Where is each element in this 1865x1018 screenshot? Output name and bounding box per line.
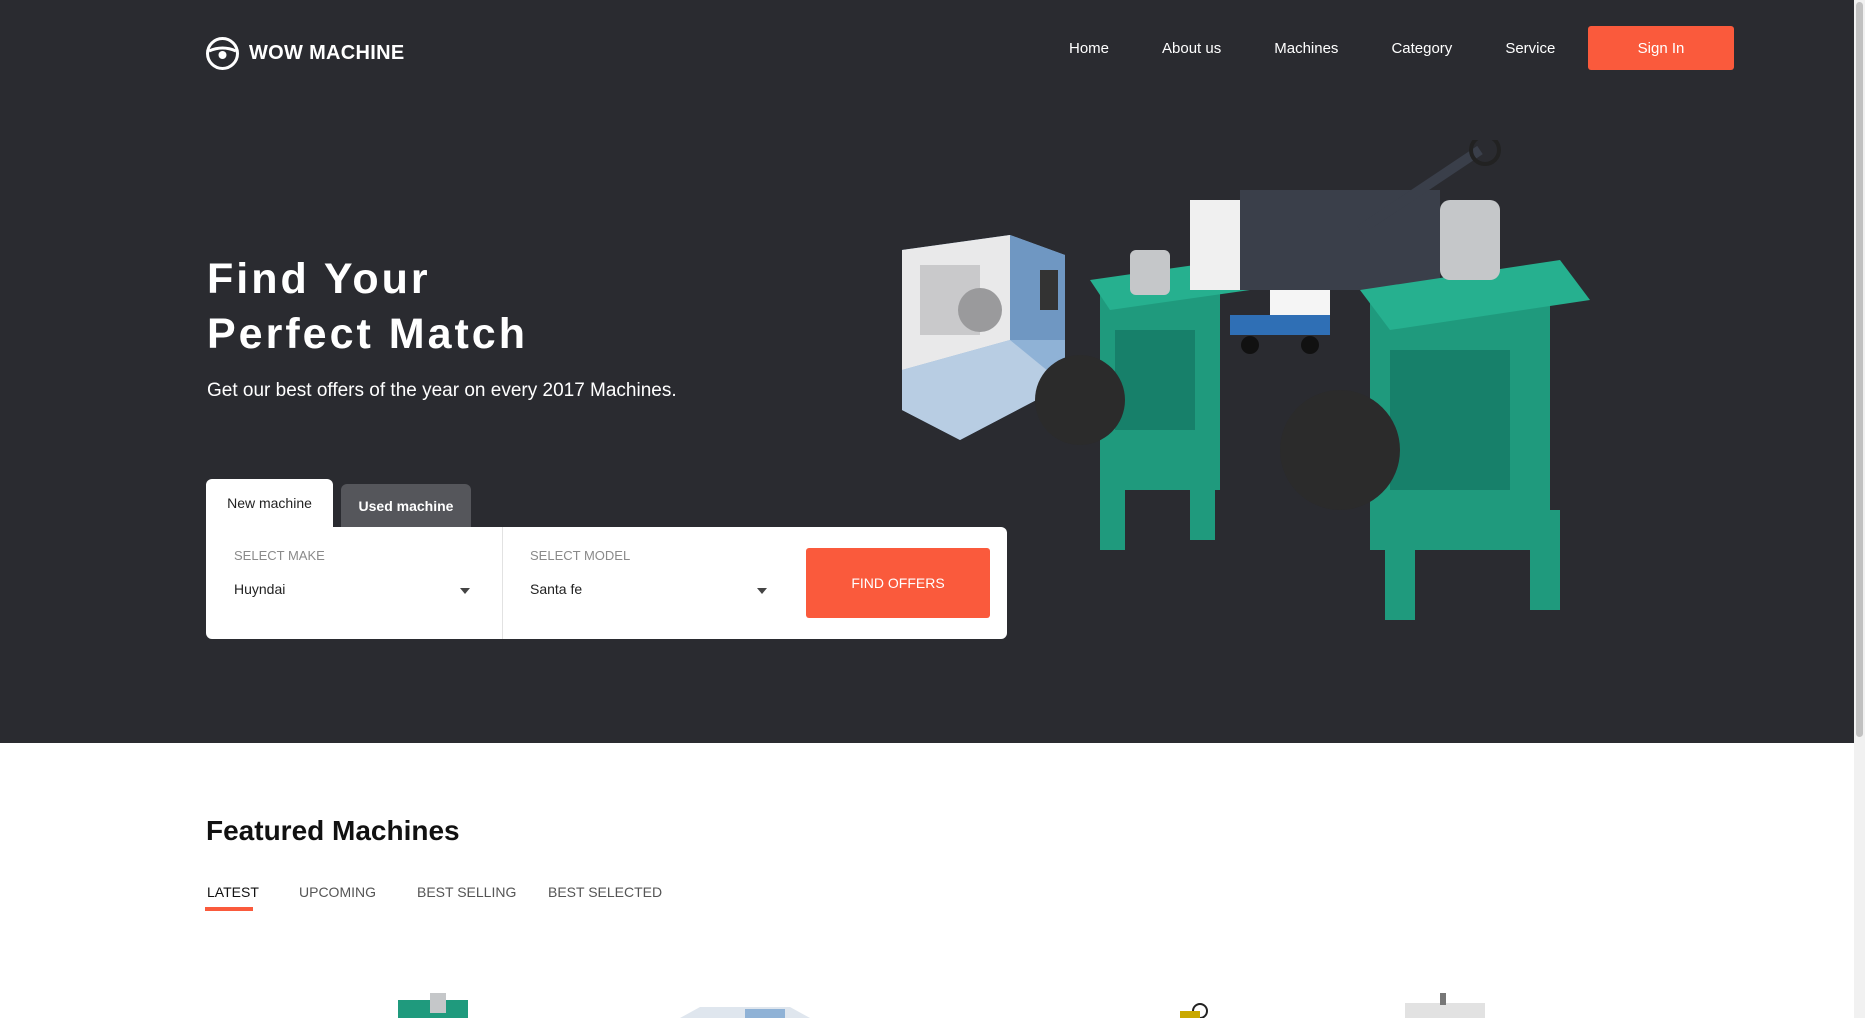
search-form: SELECT MAKE Huyndai SELECT MODEL Santa f…	[206, 527, 1007, 639]
hero-section: WOW MACHINE Home About us Machines Categ…	[0, 0, 1854, 743]
nav-about-us[interactable]: About us	[1162, 40, 1221, 57]
select-model-dropdown[interactable]: Santa fe	[530, 581, 582, 597]
nav-category[interactable]: Category	[1391, 40, 1452, 57]
nav-service[interactable]: Service	[1505, 40, 1555, 57]
thumbnail-green-machine[interactable]	[398, 993, 468, 1018]
scrollbar-thumb[interactable]	[1856, 2, 1863, 737]
tab-best-selling[interactable]: BEST SELLING	[417, 884, 516, 900]
featured-title: Featured Machines	[206, 815, 460, 846]
hero-subtitle: Get our best offers of the year on every…	[207, 380, 677, 401]
nav-machines[interactable]: Machines	[1274, 40, 1338, 57]
active-tab-indicator	[205, 907, 253, 911]
thumbnail-mining-equipment[interactable]	[1180, 1003, 1208, 1018]
sign-in-button[interactable]: Sign In	[1588, 26, 1734, 70]
hero-title-line2: Perfect Match	[207, 310, 528, 358]
steering-wheel-icon	[206, 37, 239, 70]
thumbnail-industrial-machine[interactable]	[1405, 993, 1485, 1018]
hero-title: Find Your Perfect Match	[207, 252, 528, 362]
tab-best-selected[interactable]: BEST SELECTED	[548, 884, 662, 900]
nav-home[interactable]: Home	[1069, 40, 1109, 57]
machines-hero-image	[902, 140, 1590, 620]
tab-used-machine[interactable]: Used machine	[341, 484, 471, 528]
logo[interactable]: WOW MACHINE	[206, 37, 405, 70]
divider	[502, 527, 503, 639]
chevron-down-icon[interactable]	[757, 588, 767, 594]
featured-thumbnails	[398, 993, 1485, 1018]
select-model-label: SELECT MODEL	[530, 548, 631, 563]
main-nav: Home About us Machines Category Service	[1069, 40, 1555, 57]
select-make-label: SELECT MAKE	[234, 548, 325, 563]
scrollbar[interactable]	[1854, 0, 1865, 1018]
select-make-dropdown[interactable]: Huyndai	[234, 581, 285, 597]
green-machine-left-image	[1035, 250, 1250, 550]
tab-upcoming[interactable]: UPCOMING	[299, 884, 376, 900]
chevron-down-icon[interactable]	[460, 588, 470, 594]
hero-title-line1: Find Your	[207, 255, 431, 303]
tab-new-machine[interactable]: New machine	[206, 479, 333, 527]
brand-name: WOW MACHINE	[249, 42, 405, 64]
tab-latest[interactable]: LATEST	[207, 884, 259, 900]
thumbnail-cnc-machine[interactable]	[680, 1007, 810, 1018]
